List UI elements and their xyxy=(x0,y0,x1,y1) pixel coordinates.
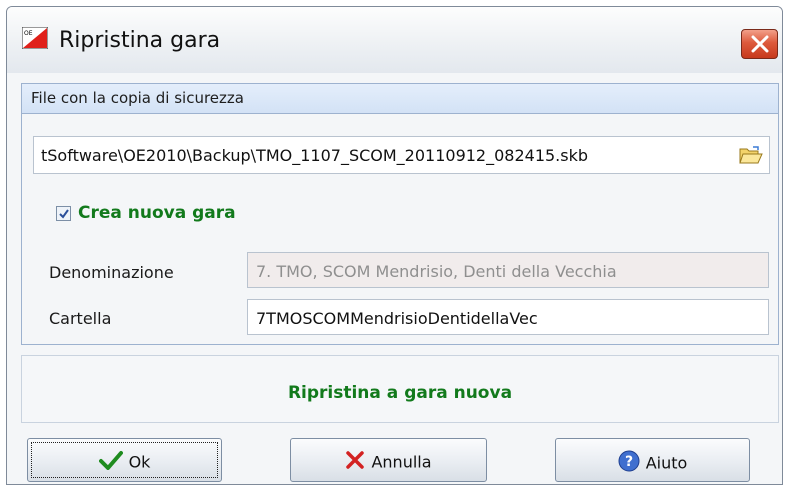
close-icon xyxy=(751,35,769,53)
cancel-label: Annulla xyxy=(371,452,432,472)
cancel-button[interactable]: Annulla xyxy=(290,438,487,482)
oe-flag-icon: OE xyxy=(21,26,49,50)
folder-open-icon[interactable] xyxy=(739,145,763,165)
create-new-race-label: Crea nuova gara xyxy=(78,203,236,223)
help-icon: ? xyxy=(618,450,640,476)
help-label: Aiuto xyxy=(645,453,688,473)
close-button[interactable] xyxy=(741,29,778,59)
svg-text:?: ? xyxy=(625,454,633,470)
checkmark-green-icon xyxy=(98,450,123,474)
restore-dialog: OE Ripristina gara File con la copia di … xyxy=(6,6,783,485)
cartella-value: 7TMOSCOMMendrisioDentidellaVec xyxy=(256,309,538,328)
checkmark-icon xyxy=(59,209,69,219)
ok-label: Ok xyxy=(128,452,151,472)
help-button[interactable]: ? Aiuto xyxy=(555,438,750,482)
group-header-label: File con la copia di sicurezza xyxy=(31,89,244,107)
cartella-label: Cartella xyxy=(49,309,112,328)
denominazione-value: 7. TMO, SCOM Mendrisio, Denti della Vecc… xyxy=(256,262,617,281)
create-new-race-checkbox[interactable] xyxy=(56,206,71,221)
ok-button[interactable]: Ok xyxy=(27,438,222,482)
backup-file-path-field[interactable]: tSoftware\OE2010\Backup\TMO_1107_SCOM_20… xyxy=(33,136,770,174)
status-panel: Ripristina a gara nuova xyxy=(21,355,779,423)
title-bar[interactable]: OE Ripristina gara xyxy=(7,7,782,73)
svg-text:OE: OE xyxy=(24,30,33,37)
window-title: Ripristina gara xyxy=(59,28,221,53)
cancel-x-icon xyxy=(345,450,365,474)
cartella-field[interactable]: 7TMOSCOMMendrisioDentidellaVec xyxy=(247,299,769,335)
group-header: File con la copia di sicurezza xyxy=(22,84,778,114)
denominazione-label: Denominazione xyxy=(49,263,174,282)
denominazione-field: 7. TMO, SCOM Mendrisio, Denti della Vecc… xyxy=(247,252,769,288)
backup-file-path: tSoftware\OE2010\Backup\TMO_1107_SCOM_20… xyxy=(41,146,589,165)
status-message: Ripristina a gara nuova xyxy=(287,383,513,403)
